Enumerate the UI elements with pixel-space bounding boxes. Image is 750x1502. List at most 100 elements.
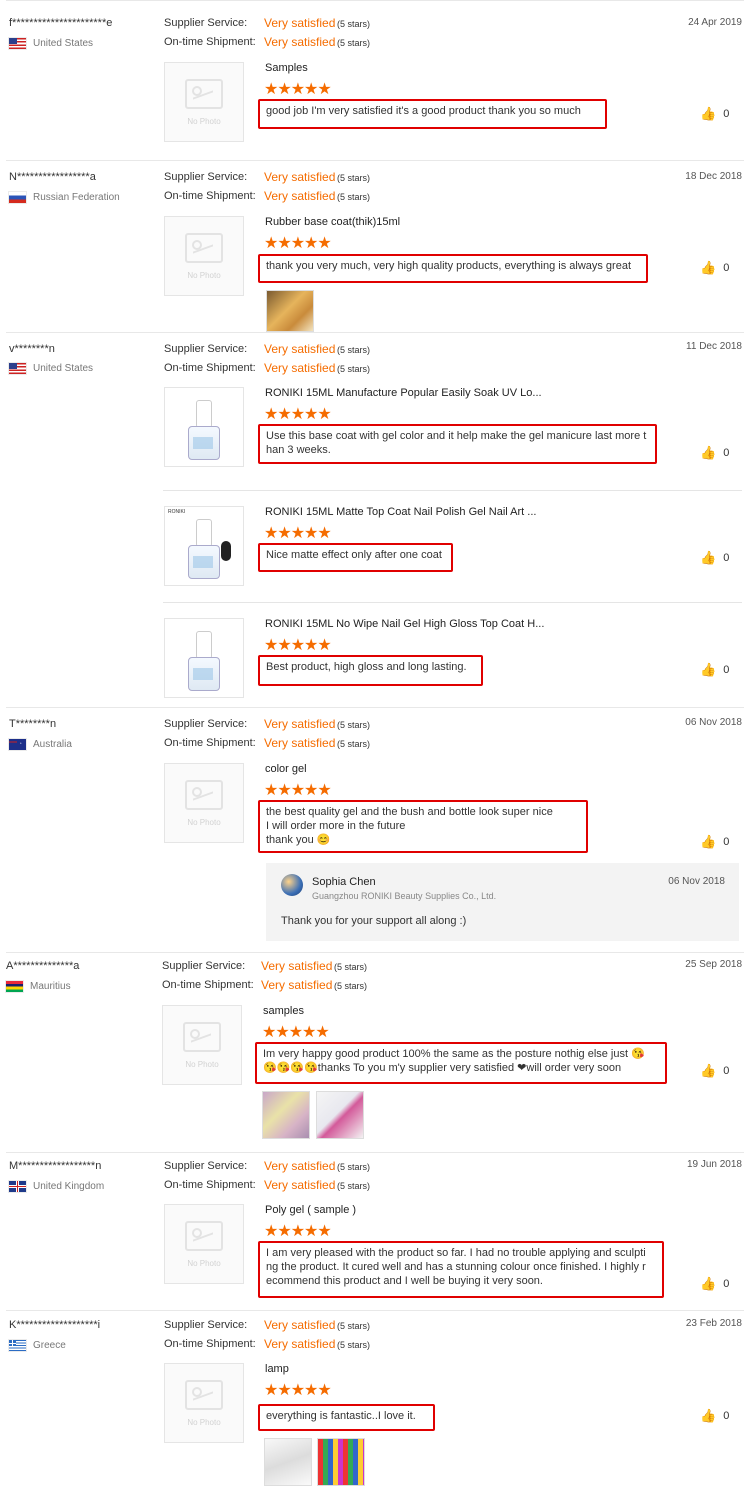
feedback-text: good job I'm very satisfied it's a good … <box>258 99 607 129</box>
shipment-label: On-time Shipment: <box>164 737 256 749</box>
review-date: 24 Apr 2019 <box>688 17 742 28</box>
helpful-button[interactable]: 👍 0 <box>700 1063 729 1079</box>
shipment-value: Very satisfied <box>264 35 336 49</box>
review-photo[interactable] <box>266 290 314 332</box>
helpful-button[interactable]: 👍 0 <box>700 260 729 276</box>
shipment-value: Very satisfied <box>264 1337 336 1351</box>
supplier-service-value: Very satisfied <box>264 170 336 184</box>
product-thumbnail[interactable]: No Photo <box>162 1005 242 1085</box>
supplier-service-value: Very satisfied <box>264 16 336 30</box>
reviewer-name: M******************n <box>9 1160 102 1172</box>
no-photo-label: No Photo <box>187 1417 221 1427</box>
review-card: v********n United States Supplier Servic… <box>0 332 750 707</box>
supplier-service-stars: (5 stars) <box>337 1162 371 1172</box>
thumbs-up-icon: 👍 <box>700 1408 717 1423</box>
helpful-button[interactable]: 👍 0 <box>700 834 729 850</box>
supplier-service-stars: (5 stars) <box>337 173 371 183</box>
product-name[interactable]: samples <box>263 1005 304 1017</box>
product-name[interactable]: RONIKI 15ML Matte Top Coat Nail Polish G… <box>265 506 536 518</box>
supplier-service-label: Supplier Service: <box>164 718 248 730</box>
seller-company: Guangzhou RONIKI Beauty Supplies Co., Lt… <box>312 891 497 901</box>
review-photo[interactable] <box>262 1091 310 1139</box>
rating-stars: ★★★★★ <box>264 235 332 252</box>
rating-stars: ★★★★★ <box>264 81 332 98</box>
feedback-line: ng the product. It cured well and has a … <box>266 1261 646 1273</box>
feedback-text: Im very happy good product 100% the same… <box>255 1042 667 1084</box>
rating-stars: ★★★★★ <box>264 525 332 542</box>
product-name[interactable]: color gel <box>265 763 307 775</box>
reviewer-country: Russian Federation <box>9 192 120 203</box>
thumbs-up-icon: 👍 <box>700 1063 717 1078</box>
seller-name: Sophia Chen <box>312 876 376 888</box>
helpful-count: 0 <box>723 664 730 676</box>
reply-text: Thank you for your support all along :) <box>281 915 467 927</box>
reply-date: 06 Nov 2018 <box>668 876 725 887</box>
helpful-count: 0 <box>723 447 730 459</box>
divider <box>6 952 744 953</box>
shipment-label: On-time Shipment: <box>164 1179 256 1191</box>
review-card: K*******************i Greece Supplier Se… <box>0 1310 750 1502</box>
image-placeholder-icon <box>185 779 223 810</box>
reviewer-country: United States <box>9 38 93 49</box>
country-name: United Kingdom <box>33 1181 105 1192</box>
image-placeholder-icon <box>185 1379 223 1410</box>
no-photo-label: No Photo <box>187 116 221 126</box>
helpful-count: 0 <box>723 836 730 848</box>
feedback-text: Use this base coat with gel color and it… <box>258 424 657 464</box>
divider <box>6 160 744 161</box>
flag-ru-icon <box>9 192 26 203</box>
reviewer-name: v********n <box>9 343 55 355</box>
helpful-button[interactable]: 👍 0 <box>700 445 729 461</box>
country-name: Greece <box>33 1340 66 1351</box>
image-placeholder-icon <box>185 1220 223 1251</box>
feedback-text: thank you very much, very high quality p… <box>258 254 648 283</box>
thumbs-up-icon: 👍 <box>700 106 717 121</box>
feedback-text: everything is fantastic..I love it. <box>258 1404 435 1431</box>
reviewer-name: A**************a <box>6 960 80 972</box>
product-thumbnail[interactable] <box>164 387 244 467</box>
product-thumbnail[interactable]: RONIKI <box>164 506 244 586</box>
product-name[interactable]: RONIKI 15ML Manufacture Popular Easily S… <box>265 387 542 399</box>
product-thumbnail[interactable]: No Photo <box>164 216 244 296</box>
reviewer-name: K*******************i <box>9 1319 101 1331</box>
shipment-value: Very satisfied <box>264 736 336 750</box>
country-name: Australia <box>33 739 72 750</box>
shipment-stars: (5 stars) <box>337 38 371 48</box>
supplier-service-value: Very satisfied <box>264 1318 336 1332</box>
helpful-count: 0 <box>723 552 730 564</box>
product-name[interactable]: RONIKI 15ML No Wipe Nail Gel High Gloss … <box>265 618 544 630</box>
supplier-service-stars: (5 stars) <box>337 720 371 730</box>
rating-stars: ★★★★★ <box>264 637 332 654</box>
reviewer-country: United Kingdom <box>9 1181 104 1192</box>
feedback-text: I am very pleased with the product so fa… <box>258 1241 664 1298</box>
reviewer-country: United States <box>9 363 93 374</box>
review-photo[interactable] <box>264 1438 312 1486</box>
reviewer-name: N*****************a <box>9 171 96 183</box>
helpful-button[interactable]: 👍 0 <box>700 1408 729 1424</box>
helpful-count: 0 <box>723 108 730 120</box>
divider <box>6 1310 744 1311</box>
product-thumbnail[interactable]: No Photo <box>164 763 244 843</box>
helpful-button[interactable]: 👍 0 <box>700 550 729 566</box>
feedback-line: I am very pleased with the product so fa… <box>266 1247 646 1259</box>
product-name[interactable]: Rubber base coat(thik)15ml <box>265 216 400 228</box>
flag-us-icon <box>9 38 26 49</box>
product-name[interactable]: lamp <box>265 1363 289 1375</box>
product-thumbnail[interactable] <box>164 618 244 698</box>
reviewer-country: Greece <box>9 1340 66 1351</box>
helpful-button[interactable]: 👍 0 <box>700 106 729 122</box>
product-name[interactable]: Poly gel ( sample ) <box>265 1204 356 1216</box>
product-thumbnail[interactable]: No Photo <box>164 62 244 142</box>
rating-stars: ★★★★★ <box>262 1024 330 1041</box>
review-photo[interactable] <box>316 1091 364 1139</box>
shipment-label: On-time Shipment: <box>164 190 256 202</box>
supplier-service-stars: (5 stars) <box>334 962 368 972</box>
product-thumbnail[interactable]: No Photo <box>164 1204 244 1284</box>
product-thumbnail[interactable]: No Photo <box>164 1363 244 1443</box>
product-name[interactable]: Samples <box>265 62 308 74</box>
helpful-button[interactable]: 👍 0 <box>700 662 729 678</box>
review-date: 19 Jun 2018 <box>686 1159 742 1170</box>
shipment-value: Very satisfied <box>264 189 336 203</box>
review-photo[interactable] <box>317 1438 365 1486</box>
helpful-button[interactable]: 👍 0 <box>700 1276 729 1292</box>
